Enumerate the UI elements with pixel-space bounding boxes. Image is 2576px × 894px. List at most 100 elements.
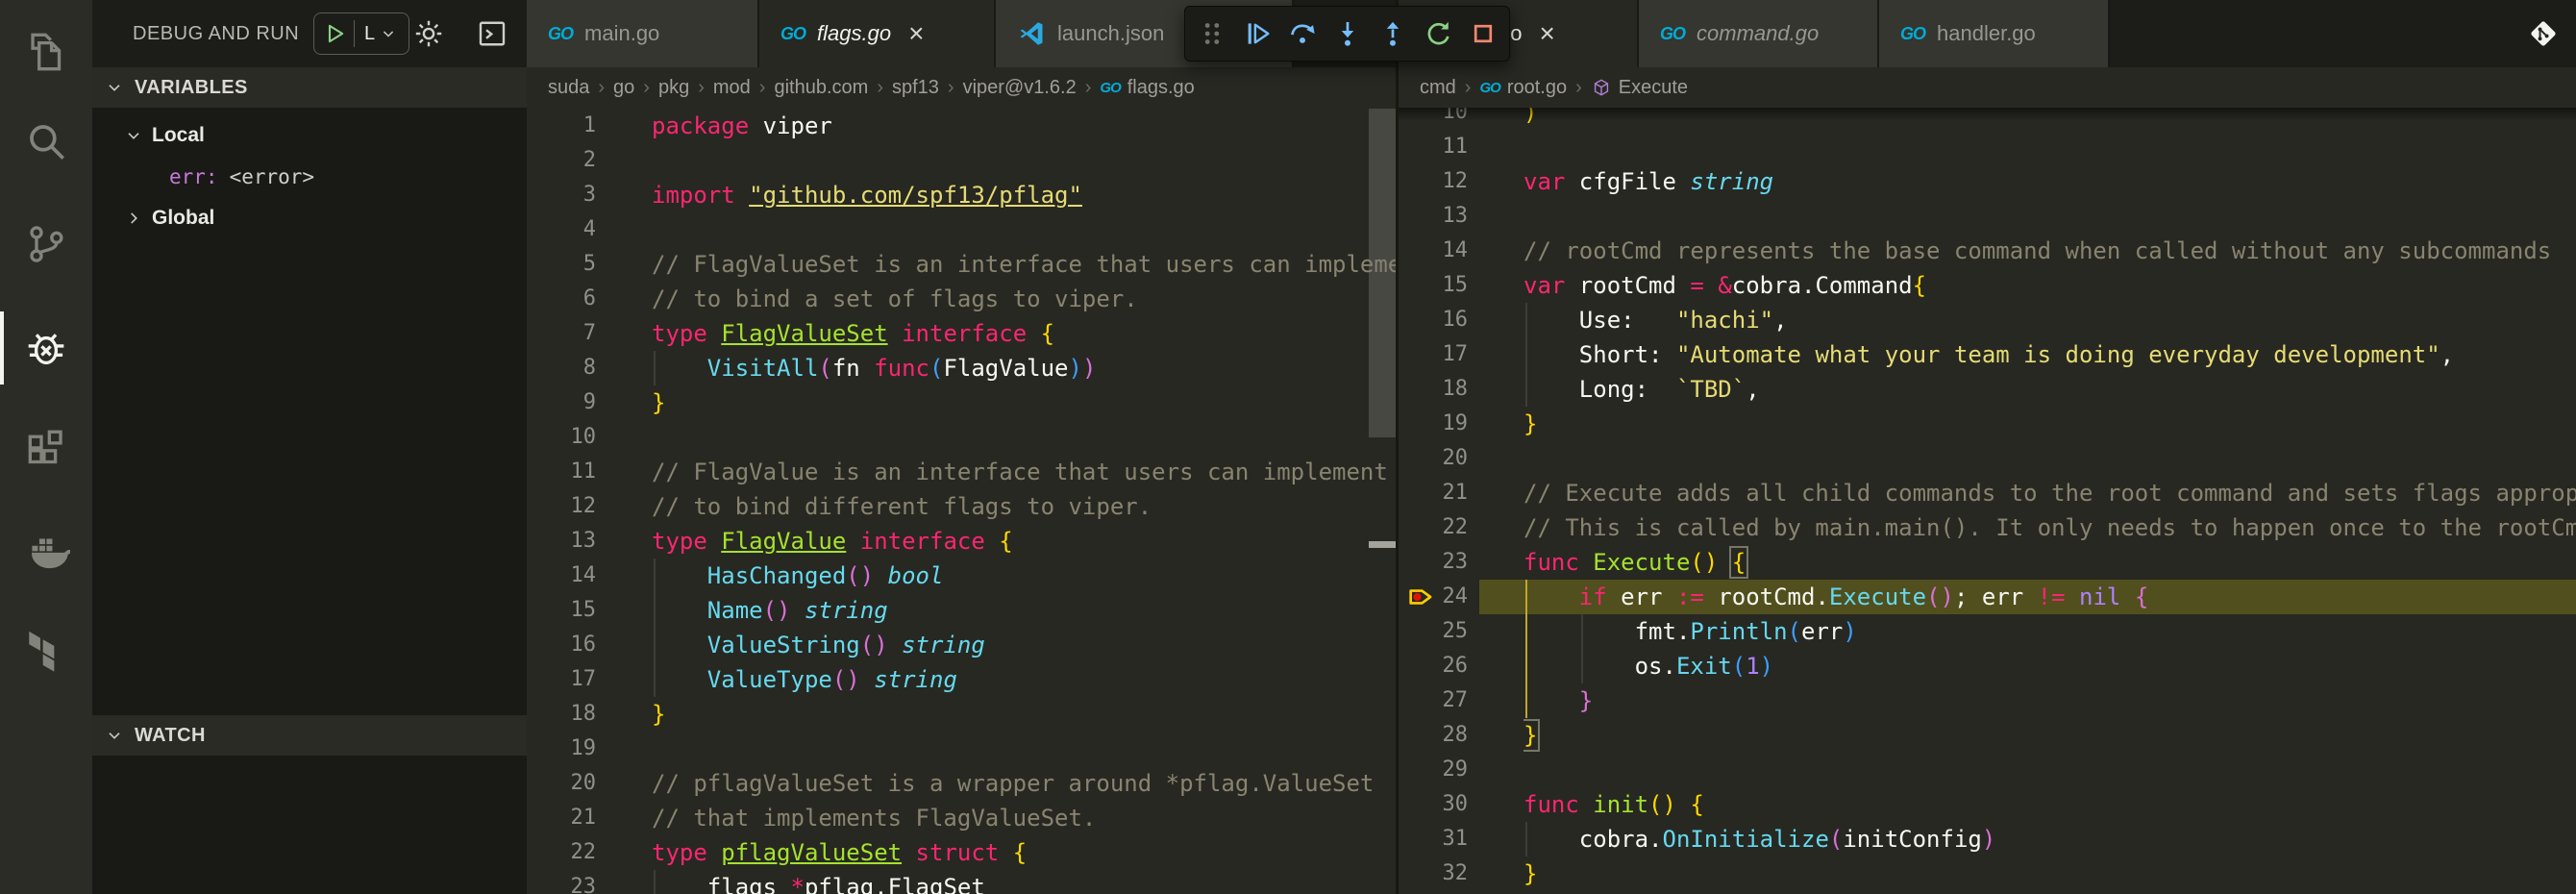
activity-item-extensions[interactable] <box>0 419 92 481</box>
tab-command-go[interactable]: GO command.go <box>1639 0 1879 67</box>
line-number: 19 <box>570 736 597 760</box>
breadcrumb-item[interactable]: mod <box>713 77 751 99</box>
code-line: flags *pflag.FlagSet <box>652 874 985 894</box>
tab-label: flags.go <box>817 21 892 45</box>
code-line: // rootCmd represents the base command w… <box>1523 237 2552 264</box>
breadcrumb-item[interactable]: pkg <box>658 77 689 99</box>
activity-item-search[interactable] <box>0 111 92 172</box>
vertical-scrollbar[interactable] <box>1369 108 1396 894</box>
close-icon[interactable]: × <box>1540 20 1555 47</box>
watch-section-header[interactable]: WATCH <box>92 715 527 756</box>
indent-guide <box>654 559 656 593</box>
line-number: 25 <box>1442 619 1469 643</box>
breadcrumb-item[interactable]: GO flags.go <box>1100 77 1194 99</box>
line-number: 16 <box>570 633 597 657</box>
line-number: 20 <box>570 771 597 795</box>
breadcrumb-separator: › <box>1575 76 1582 98</box>
step-out-button[interactable] <box>1370 7 1415 61</box>
scope-row-global[interactable]: Global <box>92 197 527 238</box>
breadcrumb-item[interactable]: suda <box>548 77 589 99</box>
line-number: 31 <box>1442 827 1469 851</box>
breadcrumb-item[interactable]: go <box>613 77 634 99</box>
code-line: if err := rootCmd.Execute(); err != nil … <box>1578 584 2149 610</box>
breadcrumb-item[interactable]: viper@v1.6.2 <box>963 77 1077 99</box>
indent-guide <box>1525 822 1527 857</box>
breadcrumb-text: go <box>613 76 635 98</box>
continue-button[interactable] <box>1234 7 1279 61</box>
activity-item-run-and-debug[interactable] <box>0 317 92 379</box>
code-line: var rootCmd = &cobra.Command{ <box>1523 272 1927 299</box>
tab-handler-go[interactable]: GO handler.go <box>1879 0 2110 67</box>
line-number: 32 <box>1442 861 1469 885</box>
breadcrumb-item[interactable]: cmd <box>1420 77 1456 99</box>
breadcrumb-text: viper@v1.6.2 <box>962 76 1077 98</box>
search-icon <box>22 117 70 165</box>
breadcrumb-item[interactable]: Execute <box>1591 77 1688 99</box>
breadcrumb-text: suda <box>548 76 590 98</box>
code-line: func Execute() { <box>1523 546 1749 579</box>
breadcrumb-text: Execute <box>1618 76 1689 98</box>
code-editor-flags-go[interactable]: 1 package viper 2 3 import "github.com/spf13… <box>527 108 1396 894</box>
extensions-icon <box>22 426 70 474</box>
stop-button[interactable] <box>1460 7 1505 61</box>
tab-main-go[interactable]: GO main.go <box>527 0 759 67</box>
breadcrumb-item[interactable]: spf13 <box>892 77 939 99</box>
activity-item-terraform[interactable] <box>0 617 92 679</box>
code-line: type FlagValue interface { <box>652 528 1013 555</box>
editor-group-sash[interactable] <box>1396 0 1399 894</box>
breadcrumb-item[interactable]: GO root.go <box>1479 77 1567 99</box>
sidebar-title: DEBUG AND RUN <box>133 22 300 44</box>
activity-item-source-control[interactable] <box>0 213 92 275</box>
gripper-icon <box>1196 17 1228 50</box>
tab-flags-go[interactable]: GO flags.go × <box>759 0 996 67</box>
code-editor-root-go[interactable]: 10) 11 12 var cfgFile string 13 14 // rootCmd … <box>1399 108 2576 894</box>
drag-handle[interactable] <box>1189 7 1234 61</box>
start-debugging-button[interactable] <box>320 19 349 48</box>
docker-icon <box>22 528 70 576</box>
debug-console-button[interactable] <box>475 16 509 51</box>
code-line: package viper <box>652 112 832 139</box>
code-line: // FlagValueSet is an interface that use… <box>652 251 1396 278</box>
code-line: HasChanged() bool <box>706 562 944 589</box>
terraform-icon <box>22 624 70 672</box>
run-config-name[interactable]: L <box>364 23 375 45</box>
active-indent-guide <box>1525 683 1527 718</box>
restart-button[interactable] <box>1415 7 1460 61</box>
terraform-icon <box>22 624 70 672</box>
close-icon[interactable]: × <box>908 20 924 47</box>
run-config-control[interactable]: L <box>313 12 409 55</box>
step-into-icon <box>1331 17 1364 50</box>
indent-guide <box>654 662 656 697</box>
watch-section-label: WATCH <box>135 724 206 746</box>
source-control-icon <box>22 220 70 268</box>
activity-item-docker[interactable] <box>0 521 92 583</box>
line-number: 8 <box>582 356 596 380</box>
step-over-button[interactable] <box>1279 7 1325 61</box>
scrollbar-thumb[interactable] <box>1369 109 1396 437</box>
code-line: } <box>652 701 666 728</box>
breakpoint-hit-icon[interactable] <box>1402 582 1441 612</box>
chevron-down-icon <box>104 725 125 746</box>
line-number: 22 <box>570 840 597 864</box>
breakpoint-hit-icon <box>1402 582 1441 612</box>
line-number: 1 <box>582 113 596 137</box>
git-icon <box>2526 16 2561 51</box>
go-file-icon: GO <box>780 23 806 43</box>
chevron-down-icon[interactable] <box>379 24 398 43</box>
line-number: 11 <box>1442 135 1469 159</box>
line-number: 16 <box>1442 308 1469 332</box>
editor-actions <box>2526 0 2576 67</box>
line-number: 3 <box>582 183 596 207</box>
variable-row[interactable]: err: <error> <box>92 156 527 197</box>
scope-row-local[interactable]: Local <box>92 114 527 156</box>
tab-label: command.go <box>1697 21 1820 45</box>
line-number: 6 <box>582 286 596 310</box>
breadcrumb-text: spf13 <box>891 76 939 98</box>
variables-section-header[interactable]: VARIABLES <box>92 67 527 108</box>
settings-gear-button[interactable] <box>411 16 446 51</box>
git-compare[interactable] <box>2526 16 2561 51</box>
activity-item-explorer[interactable] <box>0 21 92 83</box>
step-into-button[interactable] <box>1325 7 1370 61</box>
breadcrumb-item[interactable]: github.com <box>774 77 868 99</box>
